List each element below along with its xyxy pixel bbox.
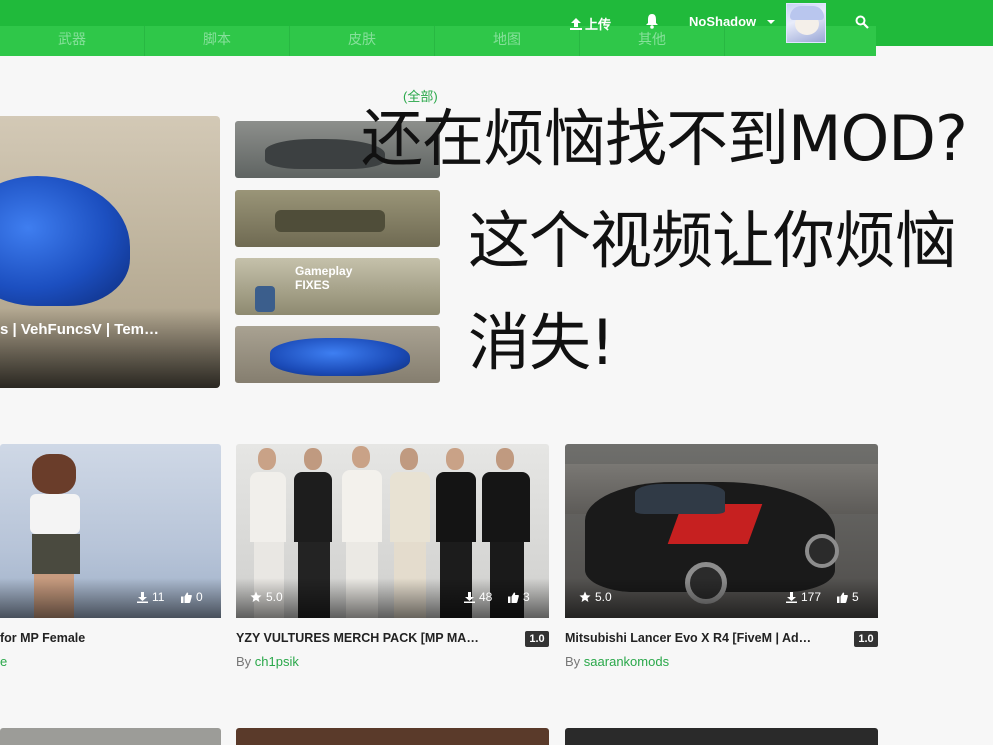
thumb-image	[255, 286, 275, 312]
overlay-line-3: 消失!	[468, 306, 615, 379]
category-scripts[interactable]: 脚本	[145, 26, 290, 56]
card-title[interactable]: for MP Female	[0, 631, 215, 645]
like-value: 0	[196, 590, 203, 604]
upload-label: 上传	[585, 17, 612, 32]
card-image-next[interactable]	[0, 728, 221, 745]
featured-slide[interactable]: s | VehFuncsV | Tem…	[0, 116, 220, 388]
like-value: 5	[852, 590, 859, 604]
card-title[interactable]: Mitsubishi Lancer Evo X R4 [FiveM | Ad…	[565, 631, 847, 645]
download-count: 11	[137, 590, 164, 604]
author-link[interactable]: e	[0, 654, 7, 669]
download-value: 11	[152, 590, 165, 604]
thumbs-up-icon	[837, 592, 848, 603]
download-count: 48	[464, 590, 492, 604]
like-count: 3	[508, 590, 530, 604]
card-title[interactable]: YZY VULTURES MERCH PACK [MP MA…	[236, 631, 518, 645]
category-maps[interactable]: 地图	[435, 26, 580, 56]
overlay-line-1: 还在烦恼找不到MOD?	[361, 102, 968, 175]
featured-thumb-2[interactable]	[235, 190, 440, 247]
rating: 5.0	[250, 590, 283, 604]
author-prefix: By	[236, 654, 255, 669]
thumbs-up-icon	[508, 592, 519, 603]
featured-shade	[0, 308, 220, 388]
card-image-next[interactable]	[236, 728, 549, 745]
category-bar: 武器 脚本 皮肤 地图 其他	[0, 26, 876, 56]
rating-value: 5.0	[595, 590, 612, 604]
upload-icon	[570, 17, 582, 30]
card-image[interactable]: 5.0 48 3	[236, 444, 549, 618]
author-link[interactable]: ch1psik	[255, 654, 299, 669]
download-count: 177	[786, 590, 821, 604]
card-author: By ch1psik	[236, 654, 299, 669]
upload-button[interactable]: 上传	[570, 14, 611, 33]
download-value: 177	[801, 590, 822, 604]
download-icon	[137, 591, 148, 603]
avatar[interactable]	[786, 3, 826, 43]
download-value: 48	[479, 590, 493, 604]
username[interactable]: NoShadow	[689, 14, 756, 29]
like-value: 3	[523, 590, 530, 604]
search-icon[interactable]	[855, 15, 869, 29]
thumb-logo-text: Gameplay FIXES	[295, 264, 353, 292]
overlay-line-2: 这个视频让你烦恼	[468, 204, 957, 277]
thumbs-up-icon	[181, 592, 192, 603]
card-image-next[interactable]	[565, 728, 878, 745]
card-author: e	[0, 654, 7, 669]
category-skins[interactable]: 皮肤	[290, 26, 435, 56]
card-car-window	[635, 484, 725, 514]
card-image[interactable]: 5.0 177 5	[565, 444, 878, 618]
author-prefix: By	[565, 654, 584, 669]
caret-down-icon[interactable]	[767, 20, 775, 24]
like-count: 0	[181, 590, 203, 604]
featured-image	[0, 176, 130, 306]
author-link[interactable]: saarankomods	[584, 654, 669, 669]
featured-thumb-4[interactable]	[235, 326, 440, 383]
version-badge: 1.0	[854, 631, 878, 647]
rating: 5.0	[579, 590, 612, 604]
featured-thumb-3[interactable]: Gameplay FIXES	[235, 258, 440, 315]
page: { "nav": { "categories": ["武器", "脚本", "皮…	[0, 0, 993, 745]
card-car-wheel	[805, 534, 839, 568]
download-icon	[786, 591, 797, 603]
card-author: By saarankomods	[565, 654, 669, 669]
featured-title: s | VehFuncsV | Tem…	[0, 321, 159, 338]
version-badge: 1.0	[525, 631, 549, 647]
rating-value: 5.0	[266, 590, 283, 604]
like-count: 5	[837, 590, 859, 604]
star-icon	[250, 591, 262, 602]
download-icon	[464, 591, 475, 603]
bell-icon[interactable]	[645, 13, 659, 29]
category-weapons[interactable]: 武器	[0, 26, 145, 56]
star-icon	[579, 591, 591, 602]
thumb-image	[275, 210, 385, 232]
thumb-image	[270, 338, 410, 376]
card-image[interactable]: 11 0	[0, 444, 221, 618]
